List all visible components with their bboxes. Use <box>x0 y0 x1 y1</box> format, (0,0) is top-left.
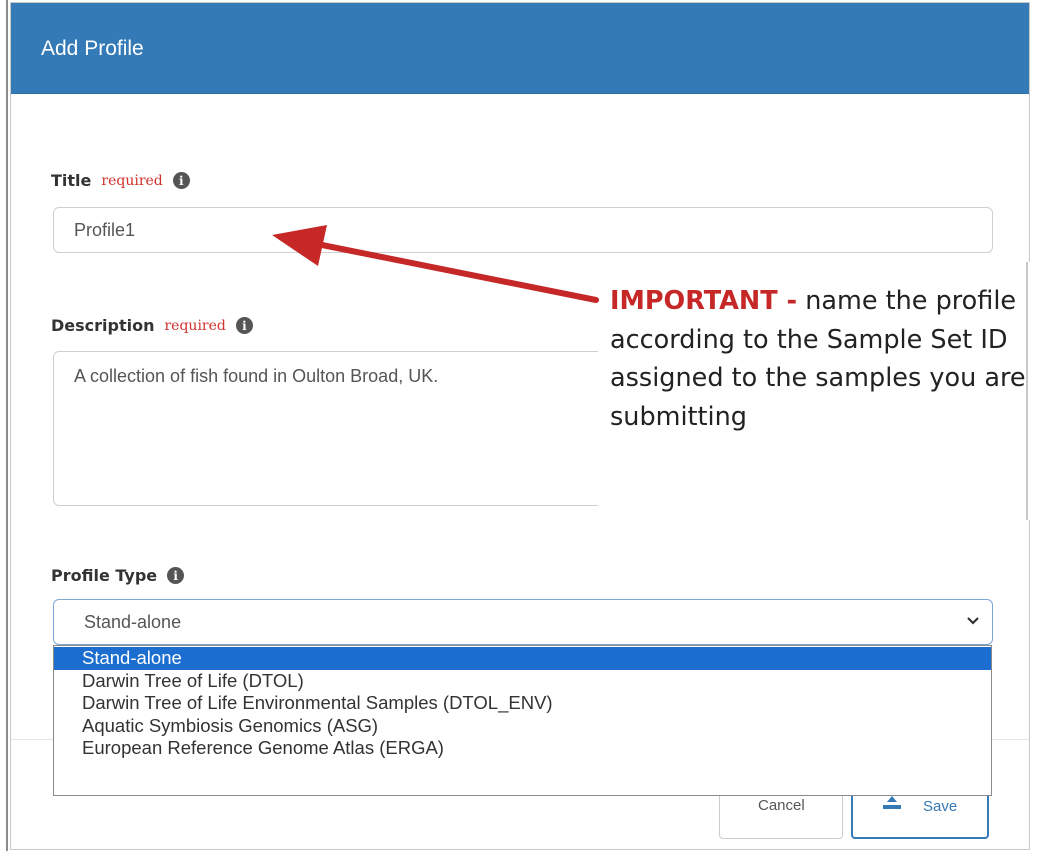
background-window-edge <box>0 0 9 851</box>
save-button[interactable]: Save <box>851 791 989 839</box>
profile-type-label-row: Profile Type i <box>51 566 185 585</box>
modal-header: Add Profile <box>11 3 1029 94</box>
profile-type-select[interactable]: Stand-alone <box>53 599 993 645</box>
option-dtol-env[interactable]: Darwin Tree of Life Environmental Sample… <box>54 692 991 715</box>
title-label-row: Title required i <box>51 171 190 190</box>
description-required-text: required <box>164 317 226 334</box>
annotation-callout: IMPORTANT - name the profile according t… <box>598 262 1041 520</box>
modal-title: Add Profile <box>41 37 144 60</box>
option-asg[interactable]: Aquatic Symbiosis Genomics (ASG) <box>54 715 991 738</box>
annotation-important-label: IMPORTANT - <box>610 286 798 316</box>
profile-type-label: Profile Type <box>51 566 158 585</box>
description-label: Description <box>51 316 155 335</box>
option-dtol[interactable]: Darwin Tree of Life (DTOL) <box>54 670 991 693</box>
title-required-text: required <box>101 172 163 189</box>
option-stand-alone[interactable]: Stand-alone <box>54 647 991 670</box>
description-textarea-value: A collection of fish found in Oulton Bro… <box>74 366 439 386</box>
title-input-value: Profile1 <box>74 220 136 240</box>
profile-type-dropdown-list: Stand-alone Darwin Tree of Life (DTOL) D… <box>53 645 992 796</box>
cancel-button-label: Cancel <box>758 797 805 814</box>
info-icon[interactable]: i <box>235 317 253 334</box>
upload-icon <box>883 796 901 809</box>
info-icon[interactable]: i <box>172 172 190 189</box>
cancel-button[interactable]: Cancel <box>719 791 843 839</box>
info-icon[interactable]: i <box>167 567 185 584</box>
profile-type-selected-value: Stand-alone <box>84 612 182 632</box>
modal-right-edge <box>1026 262 1028 520</box>
option-erga[interactable]: European Reference Genome Atlas (ERGA) <box>54 737 991 760</box>
save-button-label: Save <box>923 798 958 815</box>
title-input[interactable]: Profile1 <box>53 207 993 253</box>
annotation-text: IMPORTANT - name the profile according t… <box>610 282 1041 436</box>
chevron-down-icon[interactable] <box>966 616 980 626</box>
description-label-row: Description required i <box>51 316 253 335</box>
title-label: Title <box>51 171 92 190</box>
